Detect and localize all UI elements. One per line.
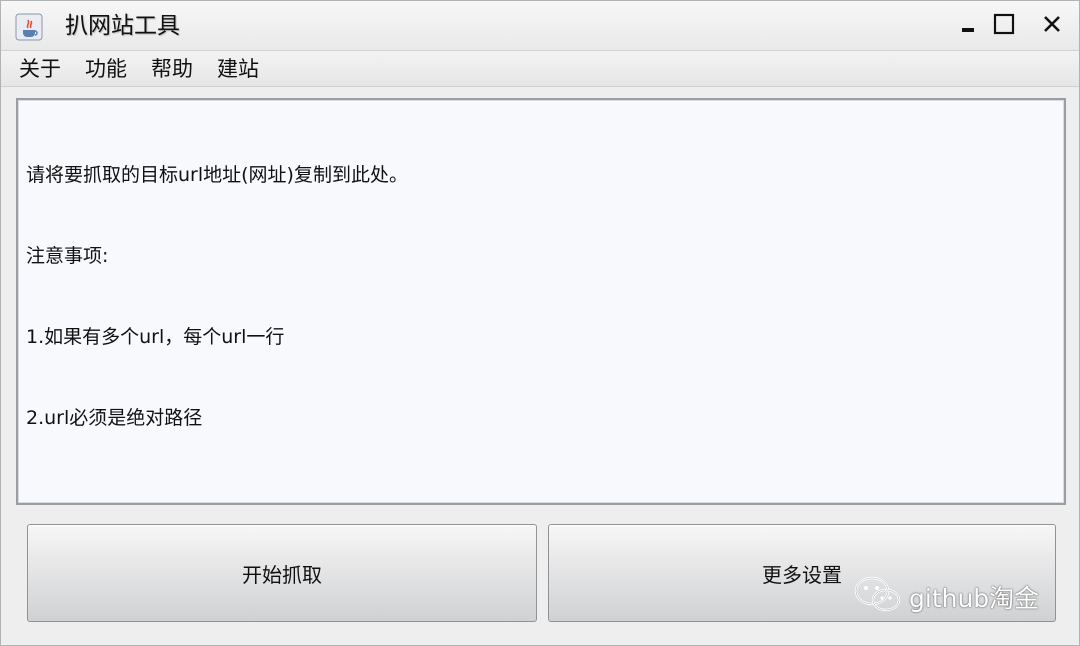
textarea-line: 请将要抓取的目标url地址(网址)复制到此处。	[26, 164, 408, 186]
textarea-line: 注意事项:	[26, 245, 109, 267]
menu-item-about[interactable]: 关于	[1, 52, 73, 86]
menu-item-build-site[interactable]: 建站	[205, 52, 271, 86]
wechat-icon	[853, 574, 909, 620]
textarea-line: 1.如果有多个url，每个url一行	[26, 326, 285, 348]
watermark: github淘金	[853, 575, 1039, 619]
title-bar[interactable]: 扒网站工具	[1, 1, 1079, 51]
app-window: 扒网站工具 关于 功能 帮助 建站 请将要抓取的目标url地址(网址)复制到此处…	[0, 0, 1080, 646]
textarea-line: 2.url必须是绝对路径	[26, 407, 203, 429]
maximize-button[interactable]	[989, 11, 1019, 41]
menu-bar: 关于 功能 帮助 建站	[1, 51, 1079, 87]
close-icon	[1042, 14, 1062, 38]
close-button[interactable]	[1037, 11, 1067, 41]
menu-item-help[interactable]: 帮助	[139, 52, 205, 86]
minimize-icon	[959, 15, 977, 37]
start-crawl-button[interactable]: 开始抓取	[27, 524, 537, 622]
java-cup-icon	[15, 13, 43, 41]
url-input-area[interactable]: 请将要抓取的目标url地址(网址)复制到此处。 注意事项: 1.如果有多个url…	[16, 98, 1066, 505]
maximize-icon	[993, 13, 1015, 39]
watermark-text: github淘金	[909, 584, 1040, 613]
menu-item-features[interactable]: 功能	[73, 52, 139, 86]
minimize-button[interactable]	[953, 11, 983, 41]
window-title: 扒网站工具	[65, 13, 180, 39]
